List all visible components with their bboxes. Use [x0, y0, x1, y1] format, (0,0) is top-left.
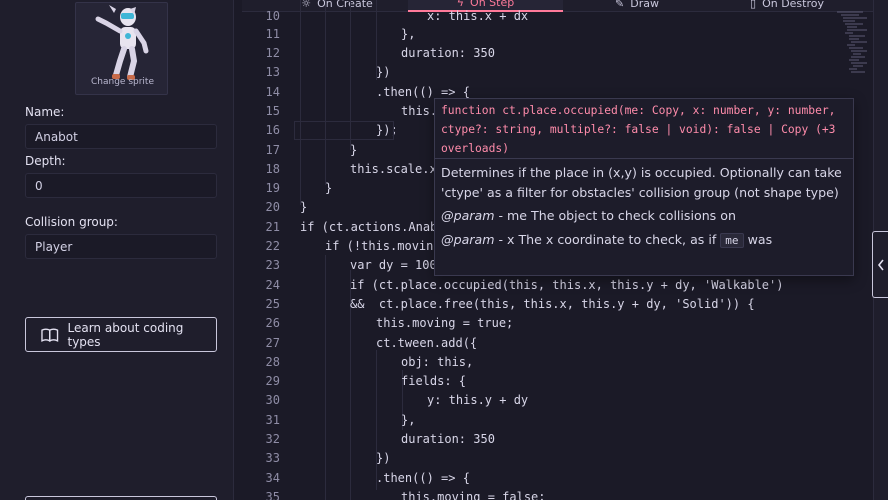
code-line[interactable]: duration: 350 [401, 430, 495, 449]
indent-guide [325, 255, 326, 500]
trash-icon: ▯ [750, 0, 757, 10]
line-number: 21 [265, 219, 280, 234]
indent-guide [300, 0, 301, 205]
sun-icon: ☼ [301, 0, 312, 10]
collision-group-label: Collision group: [25, 215, 118, 229]
code-line[interactable]: } [325, 179, 332, 198]
line-number: 29 [265, 374, 280, 389]
tab-draw[interactable]: ✎ Draw [572, 0, 702, 12]
code-line[interactable]: && ct.place.free(this, this.x, this.y + … [350, 295, 755, 314]
code-line[interactable]: if (!this.moving) [325, 237, 448, 256]
code-line[interactable]: y: this.y + dy [427, 391, 528, 410]
line-number: 25 [265, 296, 280, 311]
line-number: 31 [265, 412, 280, 427]
event-tabs: ☼ On Create ϟ On Step ✎ Draw ▯ On Destro… [242, 0, 873, 12]
tooltip-signature: function ct.place.occupied(me: Copy, x: … [435, 99, 853, 159]
code-line[interactable]: x: this.x + dx [427, 7, 528, 26]
line-number: 22 [265, 239, 280, 253]
properties-panel: Change sprite Name: Anabot Depth: 0 Coll… [0, 0, 234, 500]
line-number: 18 [265, 161, 280, 176]
code-line[interactable]: }, [401, 25, 415, 44]
name-input[interactable]: Anabot [25, 124, 217, 149]
line-number: 14 [265, 84, 280, 99]
line-number: 26 [265, 316, 280, 331]
code-line[interactable]: this. [401, 102, 437, 121]
line-number: 33 [265, 451, 280, 466]
hover-tooltip: function ct.place.occupied(me: Copy, x: … [434, 98, 854, 276]
line-number: 23 [265, 258, 280, 273]
line-number: 24 [265, 277, 280, 292]
bottom-action-button[interactable] [25, 496, 217, 500]
code-line[interactable]: duration: 350 [401, 44, 495, 63]
sprite-preview[interactable]: Change sprite [75, 2, 168, 95]
line-number: 34 [265, 470, 280, 485]
collapse-panel-button[interactable] [872, 231, 888, 298]
code-line[interactable]: .then(() => { [376, 469, 470, 488]
tooltip-param-x: @param - x The x coordinate to check, as… [441, 231, 773, 248]
line-number: 19 [265, 181, 280, 196]
tab-on-create[interactable]: ☼ On Create [272, 0, 402, 12]
pencil-icon: ✎ [615, 0, 625, 10]
code-line[interactable]: var dy = 100* [350, 256, 444, 275]
line-number: 13 [265, 65, 280, 80]
code-line[interactable]: if (ct.actions.Anabot [300, 218, 452, 237]
line-number: 20 [265, 200, 280, 215]
code-line[interactable]: this.moving = false; [401, 488, 546, 500]
code-line[interactable]: }, [401, 411, 415, 430]
code-line[interactable]: if (ct.place.occupied(this, this.x, this… [350, 276, 783, 295]
code-line[interactable]: } [300, 198, 307, 217]
depth-input[interactable]: 0 [25, 173, 217, 198]
line-number: 30 [265, 393, 280, 408]
code-line[interactable]: this.scale.x [350, 160, 437, 179]
line-number: 16 [265, 123, 280, 138]
change-sprite-label[interactable]: Change sprite [76, 77, 169, 87]
code-line[interactable]: ct.tween.add({ [376, 334, 477, 353]
code-line[interactable]: this.moving = true; [376, 314, 513, 333]
collision-group-select[interactable]: Player [25, 234, 217, 259]
tooltip-code-chip: me [720, 232, 744, 248]
line-number: 15 [265, 103, 280, 118]
learn-coding-types-label: Learn about coding types [67, 320, 184, 349]
tooltip-description: Determines if the place in (x,y) is occu… [441, 165, 842, 200]
code-line[interactable]: obj: this, [401, 353, 473, 372]
line-number: 32 [265, 432, 280, 446]
tooltip-param-me: @param - me The object to check collisio… [441, 208, 736, 223]
code-line[interactable]: } [350, 141, 357, 160]
code-minimap[interactable] [833, 10, 869, 76]
book-icon [41, 327, 59, 342]
line-number: 12 [265, 46, 280, 60]
code-line[interactable]: fields: { [401, 372, 466, 391]
name-label: Name: [25, 105, 65, 119]
line-number: 11 [265, 26, 280, 41]
code-line[interactable]: }) [376, 63, 390, 82]
indent-guide [325, 0, 326, 185]
depth-label: Depth: [25, 154, 66, 168]
code-line[interactable]: }) [376, 449, 390, 468]
line-number: 28 [265, 354, 280, 369]
current-line-highlight [294, 121, 394, 140]
chevron-left-icon [877, 259, 884, 270]
line-number: 17 [265, 142, 280, 157]
line-number: 10 [265, 8, 280, 23]
line-number: 27 [265, 335, 280, 350]
learn-coding-types-button[interactable]: Learn about coding types [25, 317, 217, 352]
line-number: 35 [265, 489, 280, 500]
